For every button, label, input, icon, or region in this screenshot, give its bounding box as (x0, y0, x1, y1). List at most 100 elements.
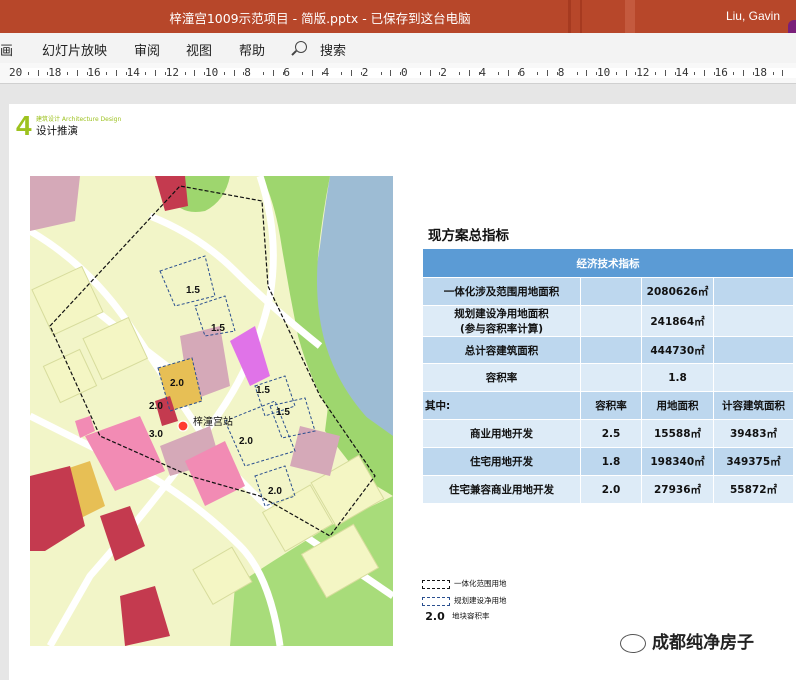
legend-item: 2.0 地块容积率 (422, 610, 489, 623)
ruler-label: 12 (165, 66, 180, 79)
ruler-tick (155, 70, 157, 76)
far-label: 1.5 (211, 323, 225, 334)
station-label: 梓潼宫站 (193, 415, 233, 428)
horizontal-ruler[interactable]: 20 18 16 14 12 10 8 6 4 2 0 2 4 6 8 10 12 14 16 18 (0, 63, 796, 84)
ruler-tick (390, 70, 392, 76)
table-cell: 用地面积 (641, 391, 714, 420)
search-icon[interactable] (295, 41, 307, 53)
ruler-tick (184, 72, 186, 75)
ruler-tick (233, 70, 235, 76)
far-label: 2.0 (170, 378, 184, 389)
table-cell (713, 277, 794, 306)
legend-item: 规划建设净用地 (422, 595, 507, 606)
ruler-tick (380, 72, 382, 75)
ruler-tick (351, 70, 353, 76)
row-label-line: 规划建设净用地面积 (454, 308, 549, 320)
ruler-label: 18 (753, 66, 768, 79)
tab-slideshow[interactable]: 幻灯片放映 (42, 40, 107, 59)
table-header: 经济技术指标 (422, 248, 794, 278)
far-label: 1.5 (276, 407, 290, 418)
ruler-tick (508, 70, 509, 76)
ruler-tick (429, 70, 431, 76)
section-title: 设计推演 (36, 125, 78, 137)
economic-indicators-table[interactable]: 经济技术指标 一体化涉及范围用地面积 2080626㎡ 规划建设净用地面积 (参与容… (422, 248, 794, 504)
table-cell: 15588㎡ (641, 419, 714, 448)
far-label: 1.5 (186, 285, 200, 296)
table-cell: 商业用地开发 (422, 419, 581, 448)
tab-review[interactable]: 审阅 (134, 40, 160, 59)
ruler-tick (576, 72, 578, 75)
ruler-tick (37, 70, 39, 76)
title-bar: 梓潼宫1009示范项目 - 简版.pptx - 已保存到这台电脑 Liu, Ga… (0, 0, 796, 34)
table-cell (580, 305, 642, 337)
user-account[interactable]: Liu, Gavin (726, 9, 780, 23)
window-title: 梓潼宫1009示范项目 - 简版.pptx - 已保存到这台电脑 (169, 11, 471, 26)
ruler-tick (341, 72, 343, 75)
table-cell: 349375㎡ (713, 447, 794, 476)
ruler-tick (625, 70, 627, 76)
section-subtitle: 建筑设计 Architecture Design (36, 116, 122, 123)
table-cell: 1.8 (580, 447, 642, 476)
table-cell: 2.0 (580, 475, 642, 504)
ruler-label: 4 (322, 66, 330, 79)
ruler-tick (223, 72, 225, 75)
legend-item: 一体化范围用地 (422, 578, 507, 589)
table-cell (580, 363, 642, 392)
ruler-label: 16 (87, 66, 101, 79)
ruler-tick (655, 72, 656, 75)
table-cell (580, 336, 642, 364)
ruler-label: 4 (479, 66, 487, 79)
metro-station-marker (177, 420, 189, 432)
ruler-label: 0 (401, 66, 408, 79)
table-cell: 2080626㎡ (641, 277, 714, 306)
legend-swatch (422, 596, 450, 606)
slide-canvas[interactable]: 4 建筑设计 Architecture Design 设计推演 1.5 1.5 … (9, 104, 796, 680)
table-cell: 总计容建筑面积 (422, 336, 581, 364)
ruler-label: 14 (675, 66, 689, 79)
ruler-tick (547, 70, 549, 76)
far-label: 2.0 (268, 486, 282, 497)
ruler-label: 12 (636, 66, 650, 79)
ruler-label: 10 (205, 66, 219, 79)
master-plan-map[interactable]: 1.5 1.5 2.0 1.5 1.5 2.0 2.0 3.0 2.0 梓潼宫站 (30, 176, 393, 646)
ruler-label: 2 (440, 66, 447, 79)
table-cell: 住宅用地开发 (422, 447, 581, 476)
ruler-tick (743, 70, 745, 76)
ruler-tick (664, 70, 666, 76)
table-cell: 2.5 (580, 419, 642, 448)
ruler-tick (116, 70, 117, 76)
tab-draw[interactable]: 画 (0, 40, 13, 59)
row-label-line: (参与容积率计算) (459, 323, 544, 335)
table-cell: 一体化涉及范围用地面积 (422, 277, 581, 306)
ruler-tick (615, 72, 617, 75)
table-cell: 1.8 (641, 363, 714, 392)
legend-swatch (422, 579, 450, 589)
table-cell: 241864㎡ (641, 305, 714, 337)
ruler-tick (263, 72, 264, 75)
avatar[interactable] (788, 20, 796, 34)
tab-view[interactable]: 视图 (186, 40, 212, 59)
ruler-label: 18 (48, 66, 62, 79)
table-cell: 计容建筑面积 (713, 391, 794, 420)
table-cell: 198340㎡ (641, 447, 714, 476)
table-cell: 规划建设净用地面积 (参与容积率计算) (422, 305, 581, 337)
ruler-tick (468, 70, 470, 76)
ruler-tick (419, 72, 421, 75)
far-label: 1.5 (256, 385, 270, 396)
ruler-label: 20 (9, 66, 23, 79)
ruler-tick (106, 72, 108, 75)
ruler-tick (194, 70, 196, 76)
far-label: 2.0 (149, 401, 163, 412)
table-cell (713, 336, 794, 364)
table-cell: 容积率 (580, 391, 642, 420)
ruler-tick (704, 70, 705, 76)
table-cell: 55872㎡ (713, 475, 794, 504)
ruler-label: 8 (557, 66, 565, 79)
legend-far-value: 2.0 (425, 610, 445, 623)
search-tell-me[interactable]: 搜索 (320, 40, 346, 59)
table-cell: 住宅兼容商业用地开发 (422, 475, 581, 504)
ruler-tick (537, 72, 539, 75)
ruler-label: 16 (714, 66, 728, 79)
tab-help[interactable]: 帮助 (239, 40, 265, 59)
watermark-text: 成都纯净房子 (652, 633, 754, 653)
